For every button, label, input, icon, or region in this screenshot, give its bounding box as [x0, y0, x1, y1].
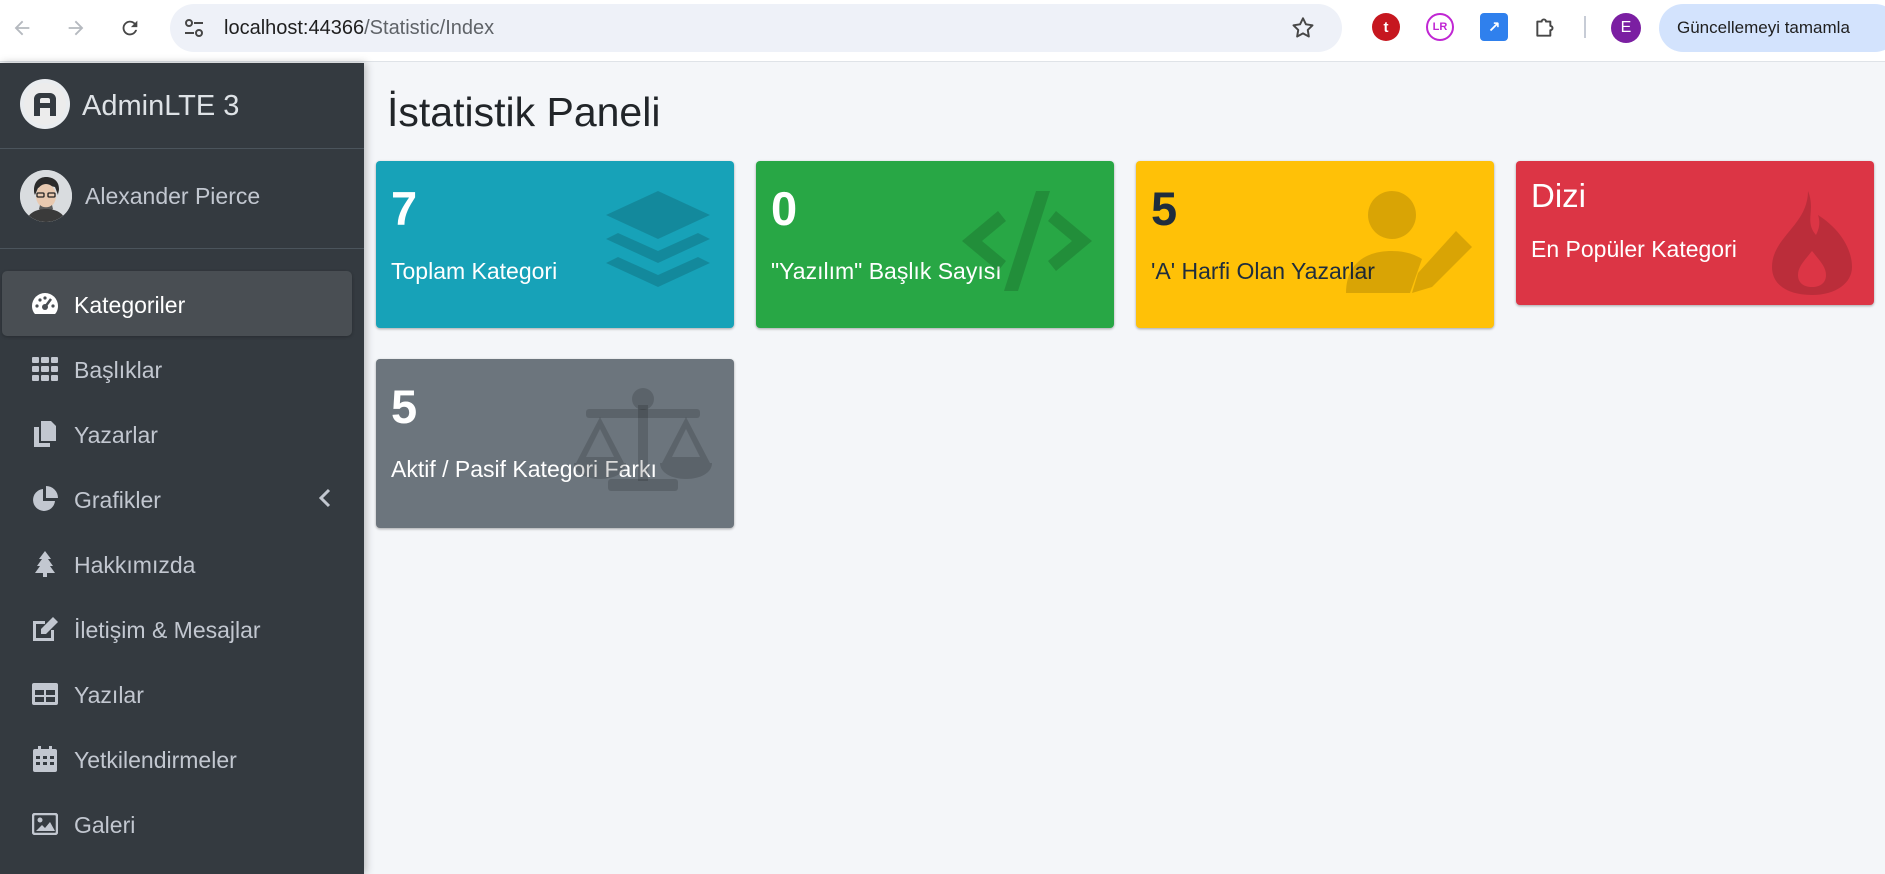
- reload-icon: [122, 20, 138, 36]
- balance-scale-icon: [574, 388, 712, 491]
- extension-lr-icon[interactable]: LR: [1426, 13, 1454, 41]
- copy-icon: [30, 421, 60, 447]
- stat-value: 7: [391, 182, 418, 235]
- layers-icon: [606, 191, 710, 287]
- stat-box-yazilim-baslik: 0 "Yazılım" Başlık Sayısı: [756, 161, 1114, 328]
- stat-box-aktif-pasif-farki: 5 Aktif / Pasif Kategori Farkı: [376, 359, 734, 528]
- sidebar-item-yazilar[interactable]: Yazılar: [2, 661, 352, 726]
- reload-button[interactable]: [112, 10, 148, 46]
- user-photo: [20, 170, 72, 222]
- extension-t-icon[interactable]: t: [1372, 13, 1400, 41]
- extension-resize-icon[interactable]: ↗: [1480, 13, 1508, 41]
- edit-icon: [30, 616, 60, 642]
- chevron-left-icon: [318, 488, 331, 508]
- toolbar-divider: [1584, 16, 1586, 38]
- sidebar-item-hakkimizda[interactable]: Hakkımızda: [2, 531, 352, 596]
- sidebar-item-yetkilendirmeler[interactable]: Yetkilendirmeler: [2, 726, 352, 791]
- address-bar[interactable]: localhost:44366/Statistic/Index: [170, 4, 1342, 52]
- brand-logo: [20, 79, 70, 129]
- extension-t-glyph: t: [1383, 18, 1389, 36]
- sidebar-item-label: Galeri: [74, 812, 136, 838]
- sidebar-item-basliklar[interactable]: Başlıklar: [2, 336, 352, 401]
- table-icon: [30, 681, 60, 707]
- site-settings-icon[interactable]: [182, 16, 206, 40]
- sidebar-menu: Kategoriler Başlıklar Yazarlar Grafikler: [0, 271, 364, 856]
- url-host: localhost:44366: [224, 17, 365, 39]
- fire-icon: [1772, 191, 1852, 295]
- back-button[interactable]: [4, 10, 40, 46]
- user-avatar: [20, 170, 72, 222]
- arrow-right-icon: [68, 20, 84, 36]
- sidebar-item-yazarlar[interactable]: Yazarlar: [2, 401, 352, 466]
- extension-resize-glyph: ↗: [1487, 19, 1501, 36]
- pie-chart-icon: [30, 486, 60, 512]
- update-browser-button[interactable]: Güncellemeyi tamamla: [1659, 4, 1885, 52]
- sidebar-item-kategoriler[interactable]: Kategoriler: [2, 271, 352, 336]
- profile-avatar[interactable]: E: [1611, 13, 1641, 43]
- arrow-left-icon: [14, 20, 30, 36]
- grid-icon: [30, 356, 60, 382]
- browser-toolbar: localhost:44366/Statistic/Index t LR ↗ E…: [0, 0, 1885, 62]
- stat-value: 5: [391, 380, 418, 433]
- image-icon: [30, 811, 60, 837]
- user-edit-icon: [1346, 191, 1472, 293]
- stat-box-a-harfi-yazarlar: 5 'A' Harfi Olan Yazarlar: [1136, 161, 1494, 328]
- sidebar-item-label: Hakkımızda: [74, 552, 196, 578]
- url-path: /Statistic/Index: [364, 17, 495, 39]
- tachometer-icon: [30, 291, 60, 317]
- stat-label: En Popüler Kategori: [1531, 236, 1737, 262]
- sidebar-item-label: Kategoriler: [74, 292, 186, 318]
- profile-initial: E: [1620, 19, 1632, 36]
- update-browser-label: Güncellemeyi tamamla: [1677, 18, 1850, 37]
- bookmark-star-icon[interactable]: [1290, 15, 1316, 41]
- stat-label: Toplam Kategori: [391, 258, 558, 284]
- url-text: localhost:44366/Statistic/Index: [224, 17, 494, 40]
- stat-box-toplam-kategori: 7 Toplam Kategori: [376, 161, 734, 328]
- content-wrapper: İstatistik Paneli 7 Toplam Kategori 0 "Y…: [364, 63, 1885, 874]
- main-sidebar: AdminLTE 3 Alexander Pierce Kategoriler: [0, 63, 364, 874]
- sidebar-item-galeri[interactable]: Galeri: [2, 791, 352, 856]
- code-icon: [962, 191, 1092, 291]
- sidebar-item-iletisim[interactable]: İletişim & Mesajlar: [2, 596, 352, 661]
- calendar-icon: [30, 746, 60, 772]
- sidebar-item-label: Yetkilendirmeler: [74, 747, 237, 773]
- sidebar-item-grafikler[interactable]: Grafikler: [2, 466, 352, 531]
- extensions-puzzle-icon[interactable]: [1533, 14, 1559, 40]
- forward-button[interactable]: [58, 10, 94, 46]
- page-title: İstatistik Paneli: [387, 89, 661, 135]
- adminlte-logo-icon: [24, 83, 66, 125]
- sidebar-item-label: Yazılar: [74, 682, 144, 708]
- user-panel[interactable]: Alexander Pierce: [0, 150, 364, 249]
- extension-lr-glyph: LR: [1432, 21, 1448, 33]
- sidebar-item-label: Yazarlar: [74, 422, 158, 448]
- stat-value: 5: [1151, 182, 1178, 235]
- user-name: Alexander Pierce: [85, 183, 261, 209]
- brand-text: AdminLTE 3: [82, 90, 240, 122]
- sidebar-item-label: İletişim & Mesajlar: [74, 617, 261, 643]
- sidebar-item-label: Başlıklar: [74, 357, 163, 383]
- sidebar-item-label: Grafikler: [74, 487, 161, 513]
- stat-value: 0: [771, 182, 798, 235]
- stat-value: Dizi: [1531, 177, 1586, 214]
- brand-link[interactable]: AdminLTE 3: [0, 63, 364, 149]
- stat-box-populer-kategori: Dizi En Popüler Kategori: [1516, 161, 1874, 305]
- tree-icon: [30, 551, 60, 577]
